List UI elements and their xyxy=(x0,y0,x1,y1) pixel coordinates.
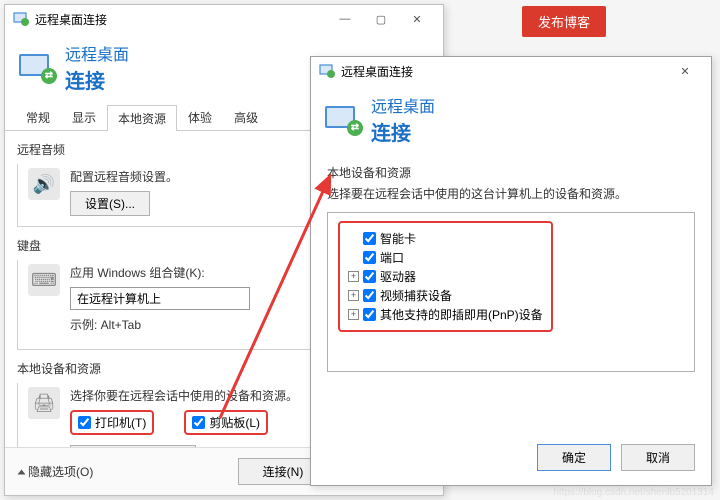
keyboard-combo-select[interactable]: 在远程计算机上 xyxy=(70,287,250,310)
printer-checkbox-input[interactable] xyxy=(78,416,91,429)
clipboard-highlight: 剪贴板(L) xyxy=(184,410,268,435)
banner: ⇄ 远程桌面 连接 xyxy=(311,85,711,156)
banner-line1: 远程桌面 xyxy=(371,93,435,117)
tab-general[interactable]: 常规 xyxy=(15,104,61,130)
tree-item[interactable]: 端口 xyxy=(348,248,543,267)
rdp-icon xyxy=(319,63,335,79)
printer-checkbox[interactable]: 打印机(T) xyxy=(78,414,146,431)
audio-settings-button[interactable]: 设置(S)... xyxy=(70,191,150,216)
printer-label: 打印机(T) xyxy=(95,414,146,431)
tab-local-resources[interactable]: 本地资源 xyxy=(107,105,177,131)
device-tree[interactable]: 智能卡端口 + 驱动器 + 视频捕获设备 + 其他支持的即插即用(PnP)设备 xyxy=(327,212,695,372)
rdp-logo-icon: ⇄ xyxy=(19,54,55,82)
titlebar: 远程桌面连接 — ▢ ✕ xyxy=(5,5,443,33)
titlebar: 远程桌面连接 ✕ xyxy=(311,57,711,85)
banner-line1: 远程桌面 xyxy=(65,41,129,65)
window-title: 远程桌面连接 xyxy=(35,11,107,28)
tree-checkbox[interactable] xyxy=(363,289,376,302)
clipboard-checkbox-input[interactable] xyxy=(192,416,205,429)
rdp-icon xyxy=(13,11,29,27)
tree-item[interactable]: + 其他支持的即插即用(PnP)设备 xyxy=(348,305,543,324)
close-button[interactable]: ✕ xyxy=(399,7,435,31)
tree-checkbox[interactable] xyxy=(363,270,376,283)
tab-display[interactable]: 显示 xyxy=(61,104,107,130)
tree-item[interactable]: 智能卡 xyxy=(348,229,543,248)
maximize-button[interactable]: ▢ xyxy=(363,7,399,31)
minimize-button[interactable]: — xyxy=(327,7,363,31)
section-title: 本地设备和资源 xyxy=(327,164,695,181)
hide-options-toggle[interactable]: 隐藏选项(O) xyxy=(19,463,93,480)
tree-checkbox[interactable] xyxy=(363,232,376,245)
tree-checkbox[interactable] xyxy=(363,251,376,264)
ok-button[interactable]: 确定 xyxy=(537,444,611,471)
tree-label: 驱动器 xyxy=(380,268,416,285)
banner-line2: 连接 xyxy=(371,117,435,146)
publish-blog-button[interactable]: 发布博客 xyxy=(522,6,606,37)
rdp-devices-dialog: 远程桌面连接 ✕ ⇄ 远程桌面 连接 本地设备和资源 选择要在远程会话中使用的这… xyxy=(310,56,712,486)
hide-options-label: 隐藏选项(O) xyxy=(28,463,93,480)
window-title: 远程桌面连接 xyxy=(341,63,413,80)
printer-highlight: 打印机(T) xyxy=(70,410,154,435)
chevron-up-icon xyxy=(18,469,26,474)
expand-icon[interactable]: + xyxy=(348,271,359,282)
tree-label: 智能卡 xyxy=(380,230,416,247)
tree-label: 端口 xyxy=(380,249,404,266)
tree-checkbox[interactable] xyxy=(363,308,376,321)
speaker-icon: 🔊 xyxy=(28,168,60,200)
clipboard-checkbox[interactable]: 剪贴板(L) xyxy=(192,414,260,431)
banner-line2: 连接 xyxy=(65,65,129,94)
watermark: https://blog.csdn.net/shenlb5201314 xyxy=(553,487,714,498)
expand-icon[interactable]: + xyxy=(348,290,359,301)
close-button[interactable]: ✕ xyxy=(667,59,703,83)
tree-label: 其他支持的即插即用(PnP)设备 xyxy=(380,306,543,323)
keyboard-icon: ⌨ xyxy=(28,264,60,296)
dialog-buttons: 确定 取消 xyxy=(537,444,695,471)
tree-item[interactable]: + 视频捕获设备 xyxy=(348,286,543,305)
devices-icon: 🖨 xyxy=(28,387,60,419)
tab-experience[interactable]: 体验 xyxy=(177,104,223,130)
devices-section: 本地设备和资源 选择要在远程会话中使用的这台计算机上的设备和资源。 智能卡端口+… xyxy=(311,156,711,380)
section-desc: 选择要在远程会话中使用的这台计算机上的设备和资源。 xyxy=(327,185,695,202)
clipboard-label: 剪贴板(L) xyxy=(209,414,260,431)
tree-label: 视频捕获设备 xyxy=(380,287,452,304)
cancel-button[interactable]: 取消 xyxy=(621,444,695,471)
tree-highlight: 智能卡端口 + 驱动器 + 视频捕获设备 + 其他支持的即插即用(PnP)设备 xyxy=(338,221,553,332)
rdp-logo-icon: ⇄ xyxy=(325,106,361,134)
tab-advanced[interactable]: 高级 xyxy=(223,104,269,130)
tree-item[interactable]: + 驱动器 xyxy=(348,267,543,286)
expand-icon[interactable]: + xyxy=(348,309,359,320)
